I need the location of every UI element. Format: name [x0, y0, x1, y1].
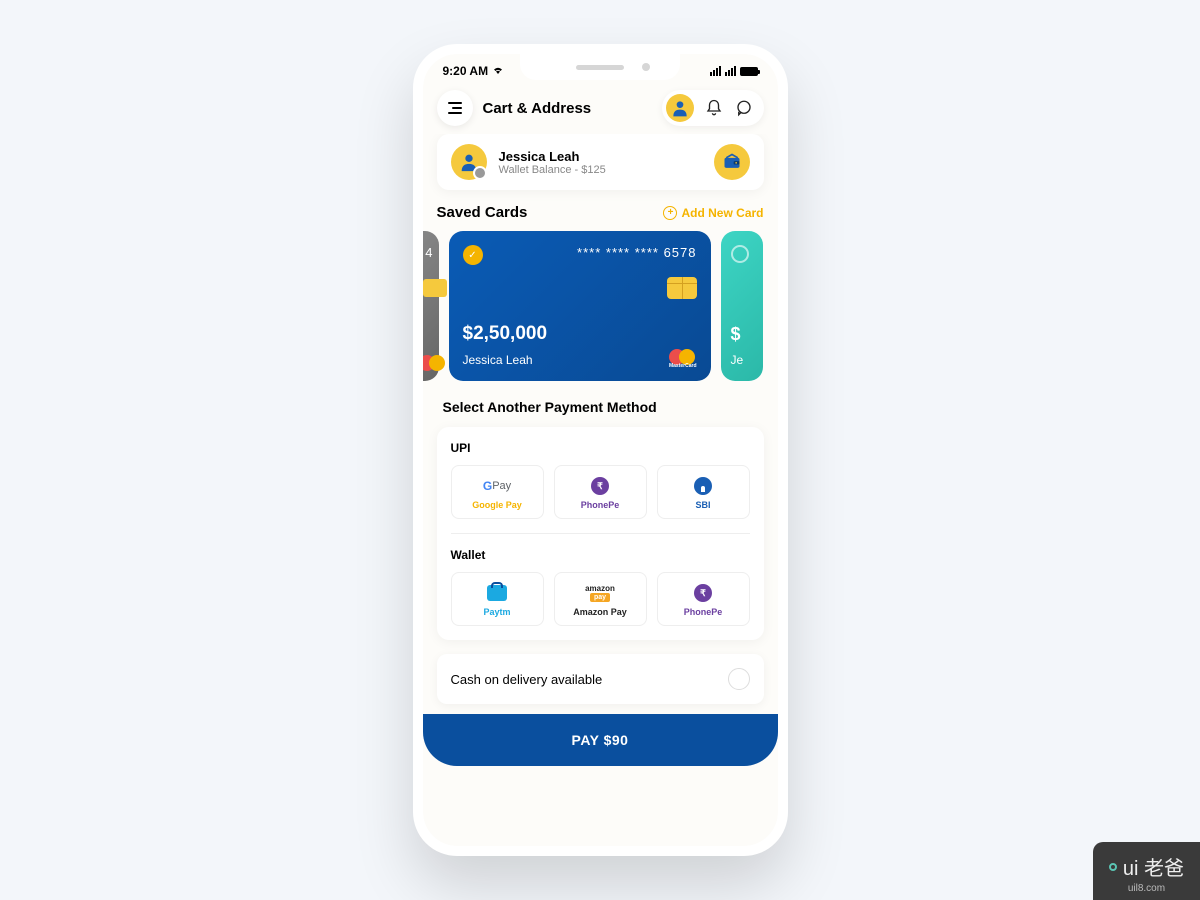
wallet-option-amazonpay[interactable]: amazonpay Amazon Pay	[554, 572, 647, 626]
signal-icon	[710, 66, 721, 76]
card-amount: $2,50,000	[463, 323, 548, 345]
watermark-url: uil8.com	[1128, 883, 1165, 894]
battery-icon	[740, 67, 758, 76]
avatar[interactable]	[666, 94, 694, 122]
card-holder: Jessica Leah	[463, 353, 533, 367]
upi-option-sbi[interactable]: SBI	[657, 465, 750, 519]
phone-frame: 9:20 AM Cart & Address	[413, 44, 788, 856]
pay-button-label: PAY $90	[572, 732, 629, 748]
mastercard-icon: MasterCard	[669, 349, 697, 369]
alt-payment-title: Select Another Payment Method	[443, 399, 758, 415]
watermark: ui 老爸 uil8.com	[1093, 842, 1200, 900]
sbi-icon	[694, 476, 712, 496]
signal-icon-2	[725, 66, 736, 76]
divider	[451, 533, 750, 534]
user-wallet-card[interactable]: Jessica Leah Wallet Balance - $125	[437, 134, 764, 190]
saved-card-selected[interactable]: ✓ **** **** **** 6578 $2,50,000 Jessica …	[449, 231, 711, 381]
user-name: Jessica Leah	[499, 149, 702, 164]
app-header: Cart & Address	[423, 82, 778, 134]
upi-option-gpay[interactable]: G Pay Google Pay	[451, 465, 544, 519]
pay-button[interactable]: PAY $90	[423, 714, 778, 766]
wallet-label: Wallet	[451, 548, 750, 562]
option-label: Paytm	[483, 607, 510, 617]
amazonpay-icon: amazonpay	[585, 583, 615, 603]
wifi-icon	[492, 65, 504, 78]
payment-methods-panel: UPI G Pay Google Pay ₹ PhonePe SBI	[437, 427, 764, 640]
status-time: 9:20 AM	[443, 64, 489, 78]
saved-cards-title: Saved Cards	[437, 204, 528, 221]
chip-icon	[423, 279, 447, 297]
wallet-balance: Wallet Balance - $125	[499, 164, 702, 176]
option-label: Google Pay	[472, 500, 522, 510]
wallet-option-paytm[interactable]: Paytm	[451, 572, 544, 626]
add-new-card-button[interactable]: + Add New Card	[663, 206, 763, 220]
wallet-option-phonepe[interactable]: ₹ PhonePe	[657, 572, 750, 626]
option-label: PhonePe	[581, 500, 620, 510]
chat-icon[interactable]	[734, 98, 754, 118]
upi-option-phonepe[interactable]: ₹ PhonePe	[554, 465, 647, 519]
card-holder-partial: Je	[731, 353, 744, 367]
upi-label: UPI	[451, 441, 750, 455]
user-avatar	[451, 144, 487, 180]
watermark-dot-icon	[1109, 863, 1117, 871]
option-label: PhonePe	[684, 607, 723, 617]
menu-icon	[448, 102, 462, 114]
menu-button[interactable]	[437, 90, 473, 126]
phonepe-icon: ₹	[591, 476, 609, 496]
cod-label: Cash on delivery available	[451, 672, 603, 687]
mastercard-icon	[423, 355, 445, 371]
content: Jessica Leah Wallet Balance - $125 Saved…	[423, 134, 778, 846]
header-actions	[662, 90, 764, 126]
plus-icon: +	[663, 206, 677, 220]
saved-card-prev[interactable]: 4	[423, 231, 439, 381]
radio-unchecked-icon	[728, 668, 750, 690]
check-icon: ✓	[463, 245, 483, 265]
cards-carousel[interactable]: 4 ✓ **** **** **** 6578 $2,50,000 Jessic…	[423, 231, 778, 381]
option-label: SBI	[695, 500, 710, 510]
card-amount-partial: $	[731, 324, 741, 345]
card-number: **** **** **** 6578	[577, 245, 696, 260]
saved-card-next[interactable]: $ Je	[721, 231, 763, 381]
option-label: Amazon Pay	[573, 607, 627, 617]
screen: 9:20 AM Cart & Address	[423, 54, 778, 846]
phonepe-icon: ₹	[694, 583, 712, 603]
watermark-brand: ui 老爸	[1123, 852, 1184, 881]
gpay-icon: G Pay	[483, 476, 511, 496]
unchecked-icon	[731, 245, 749, 263]
paytm-icon	[487, 583, 507, 603]
card-digits: 4	[425, 245, 432, 260]
cod-option[interactable]: Cash on delivery available	[437, 654, 764, 704]
page-title: Cart & Address	[483, 100, 592, 117]
saved-cards-header: Saved Cards + Add New Card	[437, 204, 764, 221]
wallet-icon	[714, 144, 750, 180]
add-card-label: Add New Card	[681, 206, 763, 220]
bell-icon[interactable]	[704, 98, 724, 118]
chip-icon	[667, 277, 697, 299]
notch	[520, 54, 680, 80]
